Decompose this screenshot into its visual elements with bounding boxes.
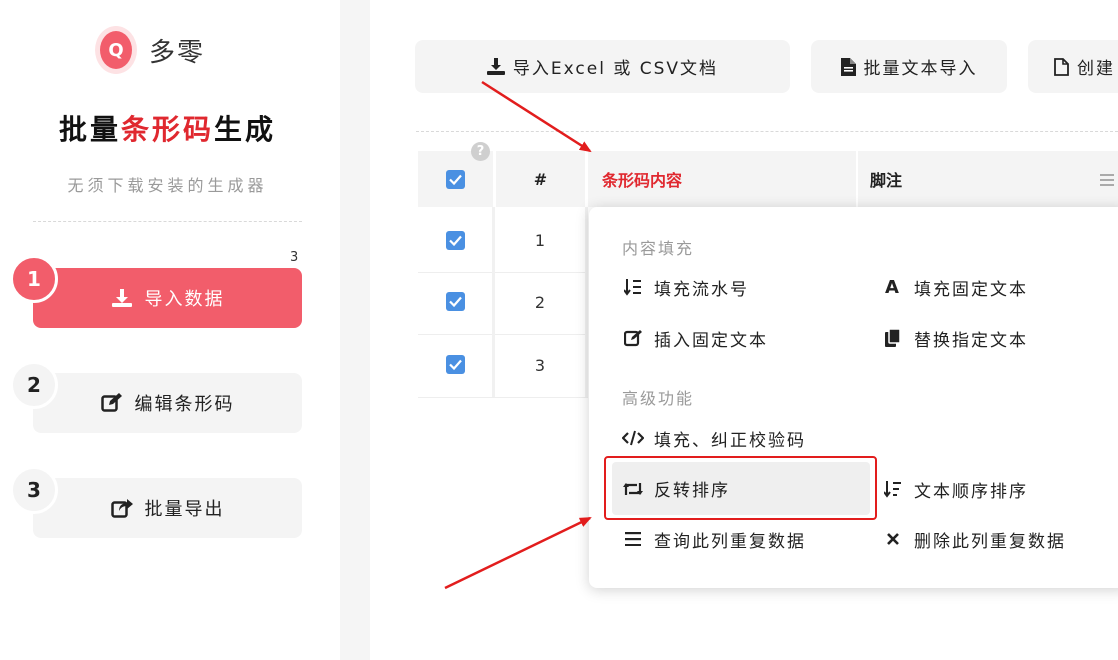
import-excel-button[interactable]: 导入Excel 或 CSV文档 bbox=[415, 40, 790, 93]
font-icon: A bbox=[885, 276, 901, 298]
row-index: 2 bbox=[534, 293, 546, 312]
logo: Q 多零 bbox=[95, 26, 205, 74]
row-separator bbox=[418, 397, 588, 398]
file-text-icon bbox=[840, 57, 856, 76]
row-checkbox[interactable] bbox=[446, 292, 465, 311]
row-index: 3 bbox=[534, 356, 546, 375]
file-icon bbox=[1054, 57, 1069, 76]
help-icon[interactable]: ? bbox=[471, 142, 490, 161]
sort-numeric-icon bbox=[622, 278, 644, 296]
step-edit-barcode-button[interactable]: 编辑条形码 bbox=[33, 373, 302, 433]
download-icon bbox=[111, 288, 133, 308]
menu-fill-serial[interactable]: 填充流水号 bbox=[622, 267, 749, 307]
sort-amount-down-icon bbox=[882, 480, 904, 498]
gutter bbox=[340, 0, 370, 660]
column-context-menu: 内容填充 填充流水号 A 填充固定文本 插入固定文本 替换指定文本 高级功能 填… bbox=[589, 207, 1118, 588]
step-label: 导入数据 bbox=[144, 289, 225, 310]
menu-find-duplicates[interactable]: 查询此列重复数据 bbox=[622, 519, 806, 559]
code-icon bbox=[622, 430, 644, 446]
title-highlight: 条形码 bbox=[120, 113, 214, 146]
row-checkbox[interactable] bbox=[446, 355, 465, 374]
menu-fix-checksum[interactable]: 填充、纠正校验码 bbox=[622, 418, 806, 458]
menu-section-advanced: 高级功能 bbox=[622, 389, 695, 408]
brand-name: 多零 bbox=[149, 37, 206, 68]
edit-icon bbox=[622, 329, 644, 347]
menu-delete-duplicates[interactable]: 删除此列重复数据 bbox=[882, 519, 1066, 559]
select-all-checkbox[interactable] bbox=[446, 169, 465, 189]
menu-fill-fixed-text[interactable]: A 填充固定文本 bbox=[882, 267, 1028, 307]
step-count-badge: 3 bbox=[290, 250, 299, 265]
row-checkbox[interactable] bbox=[446, 231, 465, 250]
logo-icon: Q bbox=[95, 26, 137, 74]
step-number-3: 3 bbox=[10, 466, 58, 514]
step-import-data-button[interactable]: 导入数据 bbox=[33, 268, 302, 328]
menu-section-fill: 内容填充 bbox=[622, 239, 695, 258]
step-batch-export-button[interactable]: 批量导出 bbox=[33, 478, 302, 538]
export-icon bbox=[110, 498, 133, 518]
step-label: 编辑条形码 bbox=[134, 394, 235, 415]
divider bbox=[416, 131, 1118, 132]
download-icon bbox=[486, 57, 505, 76]
column-header-content[interactable]: 条形码内容 bbox=[588, 151, 856, 207]
highlight-box bbox=[604, 456, 877, 520]
sidebar: Q 多零 批量条形码生成 无须下载安装的生成器 3 导入数据 1 编辑条形码 2… bbox=[0, 0, 340, 660]
row-index: 1 bbox=[534, 231, 546, 250]
column-header-note[interactable]: 脚注 bbox=[858, 151, 1118, 207]
batch-text-import-button[interactable]: 批量文本导入 bbox=[811, 40, 1007, 93]
close-icon bbox=[882, 532, 904, 546]
step-label: 批量导出 bbox=[144, 499, 225, 520]
column-menu-icon[interactable] bbox=[1100, 172, 1114, 191]
row-separator bbox=[418, 272, 588, 273]
page-subtitle: 无须下载安装的生成器 bbox=[67, 176, 268, 195]
menu-replace-text[interactable]: 替换指定文本 bbox=[882, 318, 1028, 358]
menu-insert-fixed-text[interactable]: 插入固定文本 bbox=[622, 318, 768, 358]
menu-text-sort[interactable]: 文本顺序排序 bbox=[882, 469, 1028, 509]
column-divider bbox=[585, 207, 588, 397]
list-icon bbox=[622, 532, 644, 546]
page-title: 批量条形码生成 bbox=[58, 113, 277, 146]
column-header-index: # bbox=[496, 151, 585, 207]
create-button[interactable]: 创建 bbox=[1028, 40, 1118, 93]
copy-icon bbox=[882, 329, 904, 347]
row-separator bbox=[418, 334, 588, 335]
step-number-2: 2 bbox=[10, 361, 58, 409]
divider bbox=[33, 221, 302, 222]
column-divider bbox=[492, 207, 495, 397]
step-number-1: 1 bbox=[10, 255, 58, 303]
edit-icon bbox=[100, 393, 123, 413]
